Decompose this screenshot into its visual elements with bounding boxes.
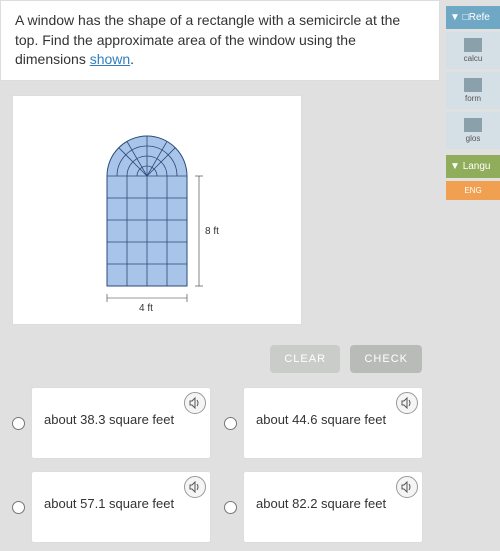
calculator-icon bbox=[464, 38, 482, 52]
figure-panel: 8 ft 4 ft bbox=[12, 95, 302, 325]
formula-icon bbox=[464, 78, 482, 92]
option-1-label: about 38.3 square feet bbox=[44, 412, 174, 427]
option-2-radio[interactable] bbox=[224, 417, 237, 430]
check-button[interactable]: CHECK bbox=[350, 345, 422, 373]
shown-link[interactable]: shown bbox=[90, 51, 130, 67]
speaker-icon[interactable] bbox=[396, 392, 418, 414]
option-2-label: about 44.6 square feet bbox=[256, 412, 386, 427]
option-4-radio[interactable] bbox=[224, 501, 237, 514]
option-4[interactable]: about 82.2 square feet bbox=[224, 471, 424, 543]
height-label: 8 ft bbox=[205, 226, 219, 237]
width-label: 4 ft bbox=[139, 303, 153, 314]
option-2[interactable]: about 44.6 square feet bbox=[224, 387, 424, 459]
sidebar: ▼ □Refe calcu form glos ▼ Langu ENG bbox=[446, 0, 500, 200]
option-3-radio[interactable] bbox=[12, 501, 25, 514]
formulas-item[interactable]: form bbox=[446, 72, 500, 109]
speaker-icon[interactable] bbox=[396, 476, 418, 498]
answer-options: about 38.3 square feet about 44.6 square… bbox=[0, 379, 440, 551]
question-text: A window has the shape of a rectangle wi… bbox=[0, 0, 440, 81]
english-button[interactable]: ENG bbox=[446, 181, 500, 200]
glossary-item[interactable]: glos bbox=[446, 112, 500, 149]
language-panel[interactable]: ▼ Langu bbox=[446, 155, 500, 178]
speaker-icon[interactable] bbox=[184, 392, 206, 414]
calculator-item[interactable]: calcu bbox=[446, 32, 500, 69]
speaker-icon[interactable] bbox=[184, 476, 206, 498]
references-panel[interactable]: ▼ □Refe bbox=[446, 6, 500, 29]
option-3[interactable]: about 57.1 square feet bbox=[12, 471, 212, 543]
action-buttons: CLEAR CHECK bbox=[0, 339, 440, 379]
question-part2: . bbox=[130, 51, 134, 67]
question-part1: A window has the shape of a rectangle wi… bbox=[15, 12, 400, 67]
window-figure: 8 ft 4 ft bbox=[67, 116, 247, 316]
option-4-label: about 82.2 square feet bbox=[256, 496, 386, 511]
option-1[interactable]: about 38.3 square feet bbox=[12, 387, 212, 459]
glossary-icon bbox=[464, 118, 482, 132]
option-1-radio[interactable] bbox=[12, 417, 25, 430]
option-3-label: about 57.1 square feet bbox=[44, 496, 174, 511]
clear-button[interactable]: CLEAR bbox=[270, 345, 340, 373]
